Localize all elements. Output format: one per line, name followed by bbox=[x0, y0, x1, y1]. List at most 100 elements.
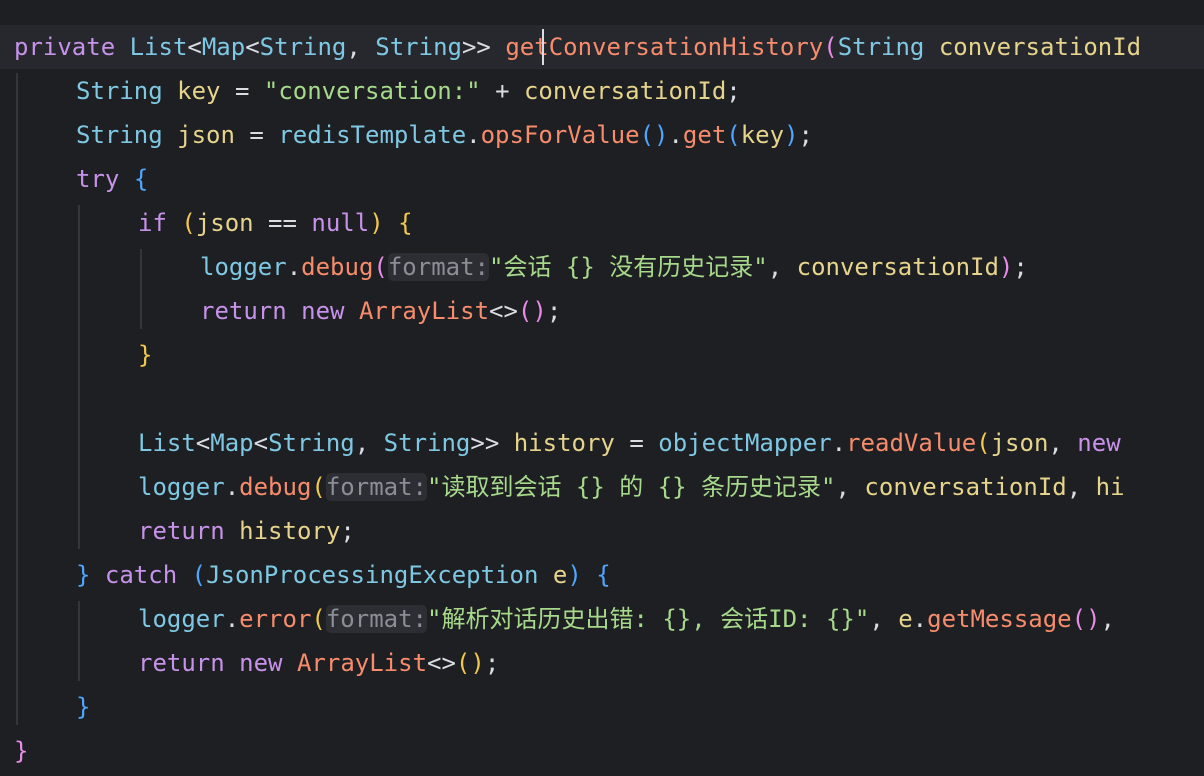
code-line[interactable]: logger.debug(format:"读取到会话 {} 的 {} 条历史记录… bbox=[0, 465, 1204, 509]
code-token: List bbox=[129, 33, 188, 61]
code-token: + bbox=[480, 77, 524, 105]
code-line[interactable]: } bbox=[0, 685, 1204, 729]
code-token: String bbox=[259, 33, 347, 61]
code-token: ; bbox=[798, 121, 813, 149]
code-line[interactable] bbox=[0, 377, 1204, 421]
code-token: conversationId bbox=[796, 253, 999, 281]
code-token: List bbox=[138, 429, 196, 457]
code-token: key bbox=[740, 121, 785, 149]
code-token: return bbox=[200, 297, 287, 325]
code-line[interactable]: if (json == null) { bbox=[0, 201, 1204, 245]
code-token: new bbox=[1077, 429, 1121, 457]
code-token: == bbox=[253, 209, 312, 237]
code-token: = bbox=[234, 121, 279, 149]
code-line[interactable]: String json = redisTemplate.opsForValue(… bbox=[0, 113, 1204, 157]
code-token: logger bbox=[200, 253, 287, 281]
code-token: "conversation:" bbox=[263, 77, 481, 105]
code-token: debug bbox=[301, 253, 374, 281]
code-token: { bbox=[596, 561, 611, 589]
code-token: <> bbox=[427, 649, 456, 677]
code-line[interactable]: logger.error(format:"解析对话历史出错: {}, 会话ID:… bbox=[0, 597, 1204, 641]
code-token: ArrayList bbox=[358, 297, 490, 325]
code-token: String bbox=[837, 33, 925, 61]
code-token: conversationId bbox=[938, 33, 1142, 61]
code-token: { bbox=[133, 165, 149, 193]
code-line[interactable]: List<Map<String, String>> history = obje… bbox=[0, 421, 1204, 465]
code-token: () bbox=[517, 297, 547, 325]
parameter-hint: format: bbox=[325, 473, 428, 501]
code-token: ; bbox=[726, 77, 741, 105]
code-token: , bbox=[1048, 429, 1078, 457]
code-line[interactable]: logger.debug(format:"会话 {} 没有历史记录", conv… bbox=[0, 245, 1204, 289]
code-line[interactable]: } bbox=[0, 729, 1204, 773]
code-token: . bbox=[831, 429, 847, 457]
code-line[interactable]: try { bbox=[0, 157, 1204, 201]
code-token: catch bbox=[104, 561, 178, 589]
code-line[interactable]: return new ArrayList<>(); bbox=[0, 641, 1204, 685]
code-token: } bbox=[14, 737, 29, 765]
code-token: , bbox=[767, 253, 797, 281]
code-token: null bbox=[311, 209, 370, 237]
code-token: String bbox=[375, 33, 462, 61]
code-token: ; bbox=[1013, 253, 1028, 281]
code-token: ArrayList bbox=[296, 649, 428, 677]
code-token: ; bbox=[340, 517, 355, 545]
code-token: } bbox=[76, 693, 91, 721]
code-token: ) bbox=[784, 121, 799, 149]
code-token: new bbox=[301, 297, 345, 325]
code-token: < bbox=[253, 429, 269, 457]
text-caret bbox=[542, 29, 544, 65]
code-token: readValue bbox=[846, 429, 977, 457]
code-token: "解析对话历史出错: {}, 会话ID: {}" bbox=[427, 605, 870, 633]
code-token: json bbox=[177, 121, 235, 149]
code-token: error bbox=[239, 605, 312, 633]
code-token: ( bbox=[823, 33, 838, 61]
code-token: ( bbox=[181, 209, 196, 237]
code-line[interactable]: private List<Map<String, String>> getCon… bbox=[0, 25, 1204, 69]
code-token: String bbox=[76, 121, 163, 149]
code-line[interactable]: } bbox=[0, 333, 1204, 377]
code-token: if bbox=[138, 209, 167, 237]
code-token: . bbox=[912, 605, 928, 633]
code-token: getMessage bbox=[927, 605, 1072, 633]
indent-guide bbox=[78, 205, 80, 549]
code-token: <> bbox=[489, 297, 518, 325]
code-editor[interactable]: private List<Map<String, String>> getCon… bbox=[0, 0, 1204, 776]
code-line[interactable]: return new ArrayList<>(); bbox=[0, 289, 1204, 333]
code-token: Map bbox=[201, 33, 246, 61]
code-token: ; bbox=[484, 649, 500, 677]
code-token: . bbox=[668, 121, 683, 149]
code-token: ) bbox=[369, 209, 384, 237]
indent-guide bbox=[78, 601, 80, 681]
code-token: } bbox=[138, 341, 153, 369]
code-token: () bbox=[1071, 605, 1101, 633]
code-token: ( bbox=[976, 429, 991, 457]
code-token: = bbox=[220, 77, 264, 105]
indent-guide bbox=[140, 249, 142, 329]
code-token: opsForValue bbox=[480, 121, 640, 149]
code-token: objectMapper bbox=[658, 429, 832, 457]
code-token: , bbox=[1066, 473, 1096, 501]
code-token: , bbox=[354, 429, 384, 457]
code-line[interactable]: return history; bbox=[0, 509, 1204, 553]
code-token: new bbox=[239, 649, 283, 677]
code-token: String bbox=[268, 429, 355, 457]
code-token: < bbox=[195, 429, 211, 457]
code-line[interactable]: String key = "conversation:" + conversat… bbox=[0, 69, 1204, 113]
code-token: < bbox=[245, 33, 260, 61]
parameter-hint: format: bbox=[387, 253, 490, 281]
code-token: ( bbox=[373, 253, 388, 281]
code-token: e bbox=[898, 605, 913, 633]
code-token: () bbox=[455, 649, 485, 677]
code-token: json bbox=[990, 429, 1049, 457]
code-token: >> bbox=[461, 33, 506, 61]
code-line[interactable]: } catch (JsonProcessingException e) { bbox=[0, 553, 1204, 597]
